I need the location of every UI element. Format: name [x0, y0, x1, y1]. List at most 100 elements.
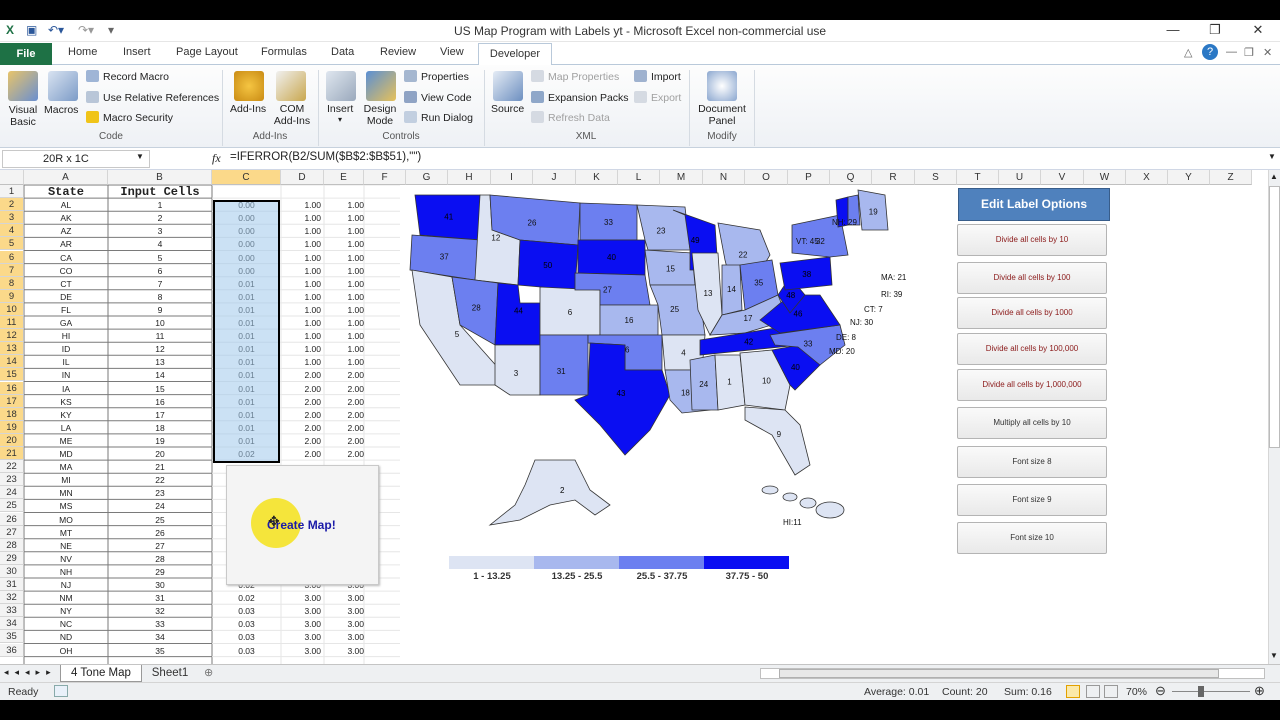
tab-formulas[interactable]: Formulas — [261, 46, 307, 58]
cell-tier-e[interactable]: 3.00 — [324, 618, 364, 630]
cell-state[interactable]: NH — [24, 566, 108, 578]
cell-state[interactable]: NY — [24, 605, 108, 617]
row-header[interactable]: 6 — [0, 250, 24, 264]
column-header-l[interactable]: L — [618, 170, 660, 185]
cell-input[interactable]: 5 — [108, 252, 212, 264]
cell-state[interactable]: IN — [24, 369, 108, 381]
row-header[interactable]: 1 — [0, 185, 24, 199]
cell-input[interactable]: 22 — [108, 474, 212, 486]
cell-tier-e[interactable]: 2.00 — [324, 369, 364, 381]
label-option-button[interactable]: Font size 9 — [957, 484, 1107, 516]
page-layout-view-icon[interactable] — [1086, 685, 1100, 698]
properties-button[interactable]: Properties — [404, 70, 469, 83]
cell-state[interactable]: HI — [24, 330, 108, 342]
cell-state[interactable]: MO — [24, 514, 108, 526]
label-option-button[interactable]: Font size 8 — [957, 446, 1107, 478]
cell-state[interactable]: NM — [24, 592, 108, 604]
cell-state[interactable]: ID — [24, 343, 108, 355]
row-header[interactable]: 12 — [0, 329, 24, 343]
cell-tier-d[interactable]: 1.00 — [281, 317, 321, 329]
sheet-nav-icons[interactable]: ◂◂◂▸▸ — [4, 667, 57, 678]
cell-input[interactable]: 2 — [108, 212, 212, 224]
row-header[interactable]: 15 — [0, 368, 24, 382]
column-header-v[interactable]: V — [1041, 170, 1084, 185]
cell-tier-d[interactable]: 1.00 — [281, 238, 321, 250]
page-break-view-icon[interactable] — [1104, 685, 1118, 698]
column-header-m[interactable]: M — [660, 170, 703, 185]
column-header-g[interactable]: G — [406, 170, 448, 185]
cell-tier-d[interactable]: 1.00 — [281, 199, 321, 211]
row-header[interactable]: 25 — [0, 499, 24, 513]
scroll-down-icon[interactable]: ▼ — [1270, 651, 1278, 660]
column-header-i[interactable]: I — [491, 170, 533, 185]
column-header-j[interactable]: J — [533, 170, 576, 185]
cell-tier-e[interactable]: 2.00 — [324, 448, 364, 460]
cell-tier-e[interactable]: 3.00 — [324, 645, 364, 657]
cell-tier-d[interactable]: 1.00 — [281, 343, 321, 355]
zoom-slider-thumb[interactable] — [1198, 686, 1204, 697]
cell-input[interactable]: 23 — [108, 487, 212, 499]
column-header-t[interactable]: T — [957, 170, 999, 185]
cell-tier-d[interactable]: 2.00 — [281, 422, 321, 434]
cell-tier-d[interactable]: 1.00 — [281, 225, 321, 237]
cell-state[interactable]: CA — [24, 252, 108, 264]
cell-tier-e[interactable]: 1.00 — [324, 252, 364, 264]
cell-tier-d[interactable]: 1.00 — [281, 330, 321, 342]
row-header[interactable]: 11 — [0, 316, 24, 330]
column-header-z[interactable]: Z — [1210, 170, 1252, 185]
cell-input[interactable]: 19 — [108, 435, 212, 447]
cell-input[interactable]: 21 — [108, 461, 212, 473]
name-box-dropdown-icon[interactable]: ▼ — [136, 152, 144, 161]
row-header[interactable]: 29 — [0, 551, 24, 565]
run-dialog-button[interactable]: Run Dialog — [404, 111, 473, 124]
cell-state[interactable]: MS — [24, 500, 108, 512]
cell-tier-e[interactable]: 2.00 — [324, 422, 364, 434]
formula-input[interactable]: =IFERROR(B2/SUM($B$2:$B$51),"") — [230, 151, 421, 163]
cell-input[interactable]: 18 — [108, 422, 212, 434]
cell-percent[interactable]: 0.03 — [213, 618, 280, 630]
horizontal-scrollbar[interactable] — [760, 668, 1265, 679]
cell-state[interactable]: IA — [24, 383, 108, 395]
tab-developer[interactable]: Developer — [478, 43, 552, 66]
row-header[interactable]: 23 — [0, 473, 24, 487]
vertical-scrollbar[interactable]: ▲ ▼ — [1268, 170, 1280, 664]
cell-state[interactable]: AL — [24, 199, 108, 211]
cell-tier-e[interactable]: 3.00 — [324, 631, 364, 643]
row-header[interactable]: 5 — [0, 237, 24, 251]
column-header-f[interactable]: F — [364, 170, 406, 185]
cell-input[interactable]: 13 — [108, 356, 212, 368]
row-header[interactable]: 8 — [0, 276, 24, 290]
cell-input[interactable]: 12 — [108, 343, 212, 355]
cell-input[interactable]: 34 — [108, 631, 212, 643]
label-option-button[interactable]: Divide all cells by 1,000,000 — [957, 369, 1107, 401]
cell-tier-d[interactable]: 2.00 — [281, 409, 321, 421]
cell-input[interactable]: 3 — [108, 225, 212, 237]
ribbon-collapse-icon[interactable]: △ — [1184, 46, 1192, 59]
row-header[interactable]: 28 — [0, 538, 24, 552]
zoom-level[interactable]: 70% — [1126, 686, 1147, 698]
column-header-p[interactable]: P — [788, 170, 830, 185]
row-header[interactable]: 27 — [0, 525, 24, 539]
cell-state[interactable]: NC — [24, 618, 108, 630]
cell-tier-e[interactable]: 3.00 — [324, 592, 364, 604]
row-header[interactable]: 35 — [0, 630, 24, 644]
create-map-button[interactable]: Create Map! ✥ — [226, 465, 379, 585]
cell-tier-d[interactable]: 2.00 — [281, 435, 321, 447]
row-header[interactable]: 13 — [0, 342, 24, 356]
cell-input[interactable]: 30 — [108, 579, 212, 591]
cell-state[interactable]: NV — [24, 553, 108, 565]
name-box[interactable]: 20R x 1C — [2, 150, 150, 168]
cell-tier-d[interactable]: 2.00 — [281, 448, 321, 460]
cell-tier-e[interactable]: 1.00 — [324, 199, 364, 211]
cell-state[interactable]: AZ — [24, 225, 108, 237]
cell-input[interactable]: 1 — [108, 199, 212, 211]
row-header[interactable]: 34 — [0, 617, 24, 631]
cell-state[interactable]: AR — [24, 238, 108, 250]
label-option-button[interactable]: Divide all cells by 100,000 — [957, 333, 1107, 365]
map-properties-button[interactable]: Map Properties — [531, 70, 619, 83]
cell-input[interactable]: 25 — [108, 514, 212, 526]
cell-tier-d[interactable]: 3.00 — [281, 631, 321, 643]
row-header[interactable]: 31 — [0, 578, 24, 592]
view-code-button[interactable]: View Code — [404, 91, 472, 104]
column-header-n[interactable]: N — [703, 170, 745, 185]
